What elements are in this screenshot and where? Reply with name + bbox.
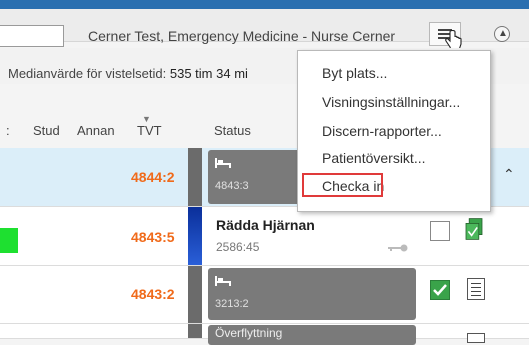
document-icon[interactable]	[467, 278, 485, 300]
bed-icon	[215, 158, 231, 168]
acuity-strip	[188, 266, 202, 323]
search-input[interactable]	[0, 25, 64, 47]
bed-icon	[215, 276, 231, 286]
menu-item-visningsinstallningar[interactable]: Visningsinställningar...	[322, 94, 460, 110]
median-stay-text: Medianvärde för vistelsetid: 535 tim 34 …	[8, 66, 248, 81]
tvt-value: 4844:2	[131, 169, 175, 185]
status-card[interactable]: Överflyttning	[208, 325, 416, 345]
key-icon	[388, 244, 408, 252]
scroll-up-icon[interactable]: ⌃	[503, 166, 515, 183]
check-icon	[433, 284, 447, 296]
header-title: Cerner Test, Emergency Medicine - Nurse …	[88, 28, 396, 44]
checkbox[interactable]	[430, 221, 450, 241]
column-header-tvt[interactable]: TVT	[137, 123, 162, 138]
chevron-up-icon: ▲	[498, 28, 508, 39]
highlight-box	[302, 173, 383, 197]
median-value: 535 tim 34 mi	[169, 66, 248, 81]
menu-item-patientoversikt[interactable]: Patientöversikt...	[322, 150, 426, 166]
top-accent-bar	[0, 0, 529, 9]
tvt-value: 4843:5	[131, 229, 175, 245]
green-marker	[0, 228, 18, 253]
status-time: 2586:45	[216, 240, 260, 254]
checkbox-checked[interactable]	[430, 280, 450, 300]
status-card[interactable]: 3213:2	[208, 268, 416, 320]
column-header-stud[interactable]: Stud	[33, 123, 60, 138]
column-header-status[interactable]: Status	[214, 123, 251, 138]
collapse-button[interactable]: ▲	[494, 26, 510, 42]
status-title: Rädda Hjärnan	[216, 217, 315, 233]
acuity-strip	[188, 324, 202, 338]
status-card[interactable]: Rädda Hjärnan 2586:45	[208, 209, 416, 263]
document-icon[interactable]	[467, 333, 485, 343]
menu-item-discern-rapporter[interactable]: Discern-rapporter...	[322, 123, 442, 139]
tvt-value: 4843:2	[131, 286, 175, 302]
menu-item-byt-plats[interactable]: Byt plats...	[322, 65, 387, 81]
acuity-strip	[188, 148, 202, 206]
status-time: 4843:3	[215, 180, 249, 192]
acuity-strip	[188, 207, 202, 265]
hamburger-menu-button[interactable]	[429, 22, 462, 51]
median-label: Medianvärde för vistelsetid:	[8, 66, 167, 81]
column-header-prefix: :	[6, 123, 10, 138]
documents-checked-icon[interactable]	[463, 217, 485, 241]
status-time: 3213:2	[215, 298, 249, 310]
column-header-annan[interactable]: Annan	[77, 123, 115, 138]
